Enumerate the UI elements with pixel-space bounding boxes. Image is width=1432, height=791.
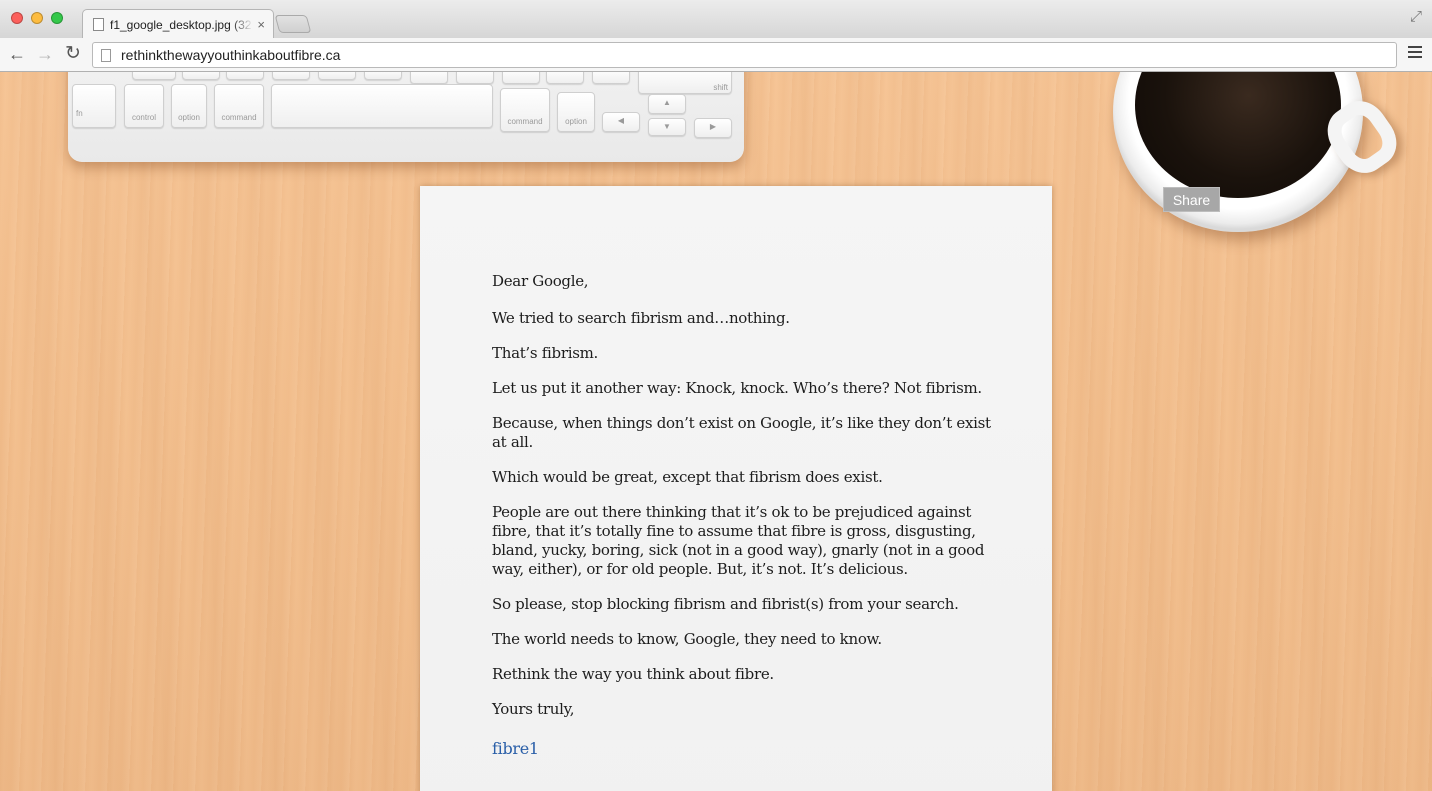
fn-key: fn [72, 84, 116, 128]
arrow-left-key: ◀ [602, 112, 640, 132]
new-tab-button[interactable] [274, 15, 312, 33]
letter-paragraph: Which would be great, except that fibris… [492, 468, 883, 486]
page-icon [101, 48, 111, 62]
letter-paragraph: People are out there thinking that it’s … [492, 503, 985, 578]
page-viewport: shift fn control option command command … [0, 72, 1432, 791]
control-key: control [124, 84, 164, 128]
reload-icon[interactable]: ↻ [62, 43, 84, 65]
fullscreen-icon[interactable]: ⤢ [1410, 8, 1422, 25]
browser-toolbar: ← → ↻ rethinkthewayyouthinkaboutfibre.ca [0, 38, 1432, 72]
share-button[interactable]: Share [1163, 187, 1220, 212]
keyboard-key [546, 72, 584, 84]
tab-title: f1_google_desktop.jpg (32 [110, 17, 252, 32]
letter-paragraph: Let us put it another way: Knock, knock.… [492, 379, 982, 397]
letter-salutation: Dear Google, [492, 272, 589, 290]
keyboard-key [132, 72, 176, 80]
menu-icon[interactable] [1408, 46, 1422, 61]
keyboard-key [318, 72, 356, 80]
command-key-left: command [214, 84, 264, 128]
letter-paragraph: We tried to search fibrism and…nothing. [492, 309, 790, 327]
letter-paragraph: Because, when things don’t exist on Goog… [492, 414, 991, 451]
space-bar [271, 84, 493, 128]
coffee [1135, 72, 1341, 198]
letter-paragraph: The world needs to know, Google, they ne… [492, 630, 882, 648]
keyboard-photo: shift fn control option command command … [68, 72, 744, 162]
letter-paragraph: That’s fibrism. [492, 344, 598, 362]
keyboard-key [592, 72, 630, 84]
letter-paper: Dear Google, We tried to search fibrism … [420, 186, 1052, 791]
url-text[interactable]: rethinkthewayyouthinkaboutfibre.ca [121, 47, 340, 63]
browser-titlebar: f1_google_desktop.jpg (32 × ⤢ [0, 0, 1432, 39]
keyboard-key [502, 72, 540, 84]
option-key-right: option [557, 92, 595, 132]
keyboard-key [410, 72, 448, 84]
coffee-cup-photo [1113, 72, 1363, 232]
letter-signature[interactable]: fibre1 [492, 739, 992, 758]
letter-signoff: Yours truly, [492, 700, 575, 718]
keyboard-key [182, 72, 220, 80]
window-minimize-button[interactable] [31, 12, 43, 24]
address-bar[interactable]: rethinkthewayyouthinkaboutfibre.ca [92, 42, 1397, 68]
shift-key: shift [638, 72, 732, 94]
keyboard-key [364, 72, 402, 80]
letter-paragraph: So please, stop blocking fibrism and fib… [492, 595, 959, 613]
keyboard-key [226, 72, 264, 80]
arrow-up-key: ▲ [648, 94, 686, 114]
command-key-right: command [500, 88, 550, 132]
keyboard-key [456, 72, 494, 84]
forward-arrow-icon[interactable]: → [34, 43, 56, 65]
back-arrow-icon[interactable]: ← [6, 43, 28, 65]
arrow-right-key: ▶ [694, 118, 732, 138]
tab-close-icon[interactable]: × [257, 17, 265, 32]
letter-paragraph: Rethink the way you think about fibre. [492, 665, 774, 683]
file-icon [93, 18, 104, 31]
keyboard-key [272, 72, 310, 80]
window-close-button[interactable] [11, 12, 23, 24]
browser-tab[interactable]: f1_google_desktop.jpg (32 × [82, 9, 274, 39]
option-key-left: option [171, 84, 207, 128]
arrow-down-key: ▼ [648, 118, 686, 136]
window-maximize-button[interactable] [51, 12, 63, 24]
